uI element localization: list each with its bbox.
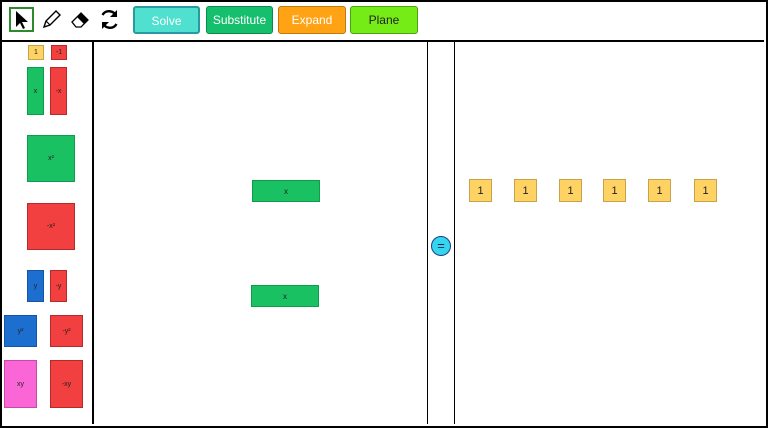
eraser-icon: [71, 12, 89, 28]
pencil-tool[interactable]: [39, 7, 64, 32]
workspace-unit-tile[interactable]: 1: [694, 179, 717, 202]
refresh-tool[interactable]: [97, 7, 122, 32]
refresh-icon: [101, 10, 118, 29]
palette-tile-y-squared[interactable]: y²: [4, 315, 37, 347]
equals-sign: =: [431, 236, 451, 256]
select-tool[interactable]: [9, 7, 34, 32]
workspace-unit-tile[interactable]: 1: [514, 179, 537, 202]
workspace-tile-x[interactable]: x: [252, 180, 320, 202]
palette-tile-xy[interactable]: xy: [4, 360, 37, 408]
workspace-unit-tile[interactable]: 1: [648, 179, 671, 202]
palette-tile-neg-x-squared[interactable]: -x²: [27, 203, 75, 250]
pencil-icon: [42, 10, 61, 29]
expand-button[interactable]: Expand: [278, 6, 346, 34]
palette-tile-neg1[interactable]: -1: [51, 45, 67, 60]
palette-tile-neg-y[interactable]: -y: [50, 270, 67, 302]
plane-button[interactable]: Plane: [350, 6, 418, 34]
workspace-unit-tile[interactable]: 1: [603, 179, 626, 202]
palette-tile-neg-xy[interactable]: -xy: [50, 360, 83, 408]
palette-tile-1[interactable]: 1: [28, 45, 44, 60]
palette-tile-neg-y-squared[interactable]: -y²: [50, 315, 83, 347]
tile-palette: 1 -1 x -x x² -x² y -y y² -y² xy -xy: [0, 42, 94, 424]
palette-tile-x-squared[interactable]: x²: [27, 135, 75, 182]
left-workspace[interactable]: [94, 42, 427, 424]
substitute-button[interactable]: Substitute: [206, 6, 273, 34]
eraser-tool[interactable]: [68, 7, 93, 32]
workspace-unit-tile[interactable]: 1: [559, 179, 582, 202]
right-workspace[interactable]: [455, 42, 764, 424]
divider-left: [427, 42, 428, 424]
palette-tile-neg-x[interactable]: -x: [50, 67, 67, 115]
palette-tile-y[interactable]: y: [27, 270, 44, 302]
solve-button[interactable]: Solve: [133, 6, 200, 34]
workspace-unit-tile[interactable]: 1: [469, 179, 492, 202]
pointer-arrow-icon: [16, 11, 28, 29]
toolbar: Solve Substitute Expand Plane: [0, 0, 764, 42]
workspace-tile-x[interactable]: x: [251, 285, 319, 307]
palette-tile-x[interactable]: x: [27, 67, 44, 115]
